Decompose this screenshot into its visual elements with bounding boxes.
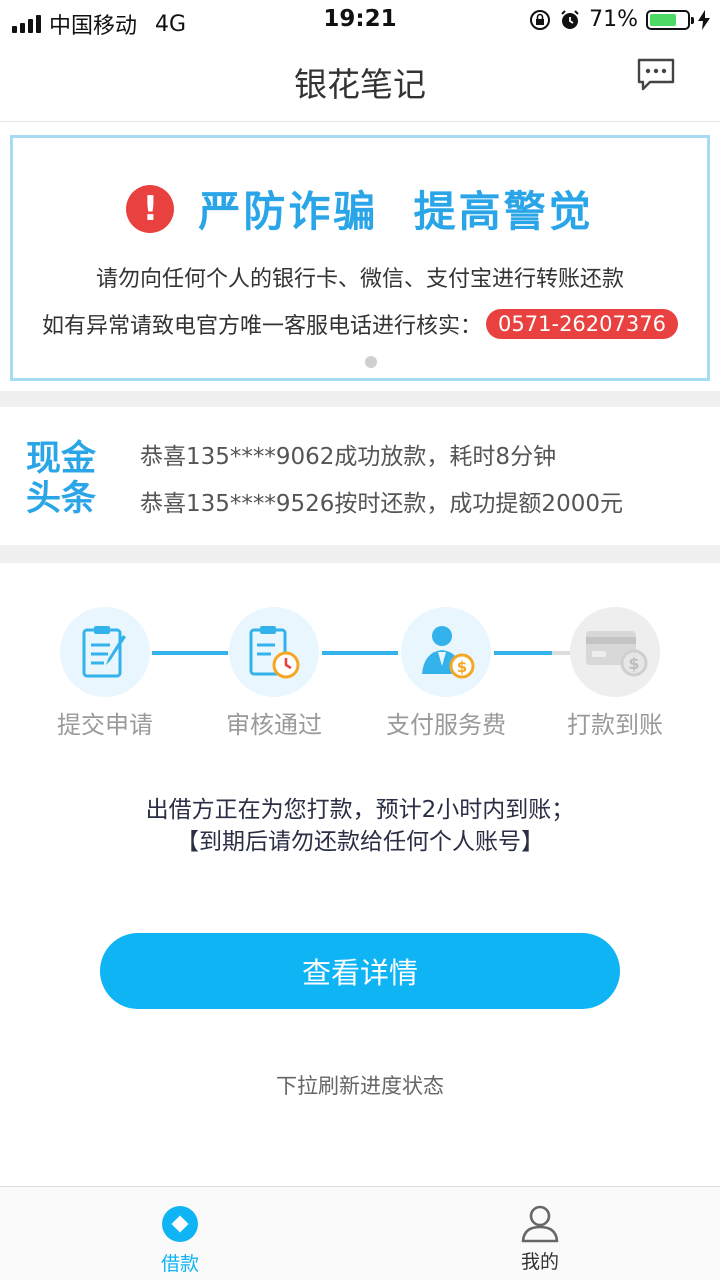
headlines-logo-line-2: 头条 xyxy=(26,479,97,519)
step-connector xyxy=(152,651,228,655)
step-label: 审核通过 xyxy=(226,711,322,739)
tab-mine[interactable]: 我的 xyxy=(480,1187,600,1280)
clipboard-pen-icon xyxy=(82,626,126,678)
svg-text:$: $ xyxy=(457,658,467,676)
headline-item: 恭喜135****9062成功放款，耗时8分钟 xyxy=(140,444,557,470)
step-connector-pending xyxy=(552,651,570,655)
clipboard-clock-icon xyxy=(249,626,300,679)
status-right: 71% xyxy=(529,7,710,32)
tab-loan-label: 借款 xyxy=(160,1253,199,1275)
person-coin-icon: $ xyxy=(422,626,475,679)
headlines-logo-line-1: 现金 xyxy=(26,439,97,479)
step-disbursed: $ xyxy=(570,607,660,697)
section-divider xyxy=(0,545,720,563)
banner-line-2: 如有异常请致电官方唯一客服电话进行核实： 0571-26207376 xyxy=(13,308,707,340)
progress-steps: $ $ 提交申请 审核通过 支付服务费 打款到账 xyxy=(0,563,720,763)
status-bar: 中国移动 4G 19:21 71% xyxy=(0,0,720,40)
disbursement-status: 出借方正在为您打款，预计2小时内到账； 【到期后请勿还款给任何个人账号】 xyxy=(0,794,720,858)
status-line-1: 出借方正在为您打款，预计2小时内到账； xyxy=(145,797,575,823)
step-pay-fee: $ xyxy=(401,607,491,697)
message-button[interactable] xyxy=(636,58,676,92)
rotation-lock-icon xyxy=(530,9,551,30)
step-label: 支付服务费 xyxy=(386,711,506,739)
chat-bubble-icon xyxy=(637,58,675,91)
notice-carousel[interactable]: ! 严防诈骗 提高警觉 请勿向任何个人的银行卡、微信、支付宝进行转账还款 如有异… xyxy=(0,123,720,391)
tab-loan[interactable]: 借款 xyxy=(120,1187,240,1280)
step-connector xyxy=(322,651,398,655)
headline-item: 恭喜135****9526按时还款，成功提额2000元 xyxy=(140,491,623,517)
pull-to-refresh-hint: 下拉刷新进度状态 xyxy=(276,1074,444,1098)
step-submit xyxy=(60,607,150,697)
page-title: 银花笔记 xyxy=(294,65,426,104)
step-review xyxy=(229,607,319,697)
status-line-2: 【到期后请勿还款给任何个人账号】 xyxy=(176,829,544,855)
banner-title: 严防诈骗 提高警觉 xyxy=(198,187,594,236)
fraud-warning-banner: ! 严防诈骗 提高警觉 请勿向任何个人的银行卡、微信、支付宝进行转账还款 如有异… xyxy=(10,135,710,381)
battery-percent: 71% xyxy=(589,7,638,32)
card-coin-icon: $ xyxy=(586,631,648,677)
diamond-circle-icon xyxy=(162,1206,198,1242)
step-connector xyxy=(494,651,552,655)
app-header: 银花笔记 xyxy=(0,40,720,122)
headlines-logo: 现金 头条 xyxy=(26,439,110,519)
carousel-dot[interactable] xyxy=(365,356,377,368)
service-phone-link[interactable]: 0571-26207376 xyxy=(486,309,678,339)
section-divider xyxy=(0,391,720,407)
step-label: 提交申请 xyxy=(57,711,153,739)
battery-icon xyxy=(646,9,694,30)
bottom-tab-bar: 借款 我的 xyxy=(0,1186,720,1280)
step-label: 打款到账 xyxy=(567,711,663,739)
banner-line-1: 请勿向任何个人的银行卡、微信、支付宝进行转账还款 xyxy=(95,267,624,292)
charging-bolt-icon xyxy=(698,9,710,30)
exclamation-circle-icon: ! xyxy=(126,184,175,233)
banner-line-2-text: 如有异常请致电官方唯一客服电话进行核实： xyxy=(42,314,483,339)
user-icon xyxy=(521,1205,559,1243)
svg-text:$: $ xyxy=(628,654,639,673)
alarm-icon xyxy=(561,9,579,29)
tab-mine-label: 我的 xyxy=(520,1251,559,1273)
banner-heading: ! 严防诈骗 提高警觉 xyxy=(13,178,707,239)
view-details-button[interactable]: 查看详情 xyxy=(100,933,620,1009)
cash-headlines: 现金 头条 恭喜135****9062成功放款，耗时8分钟 恭喜135****9… xyxy=(0,407,720,545)
